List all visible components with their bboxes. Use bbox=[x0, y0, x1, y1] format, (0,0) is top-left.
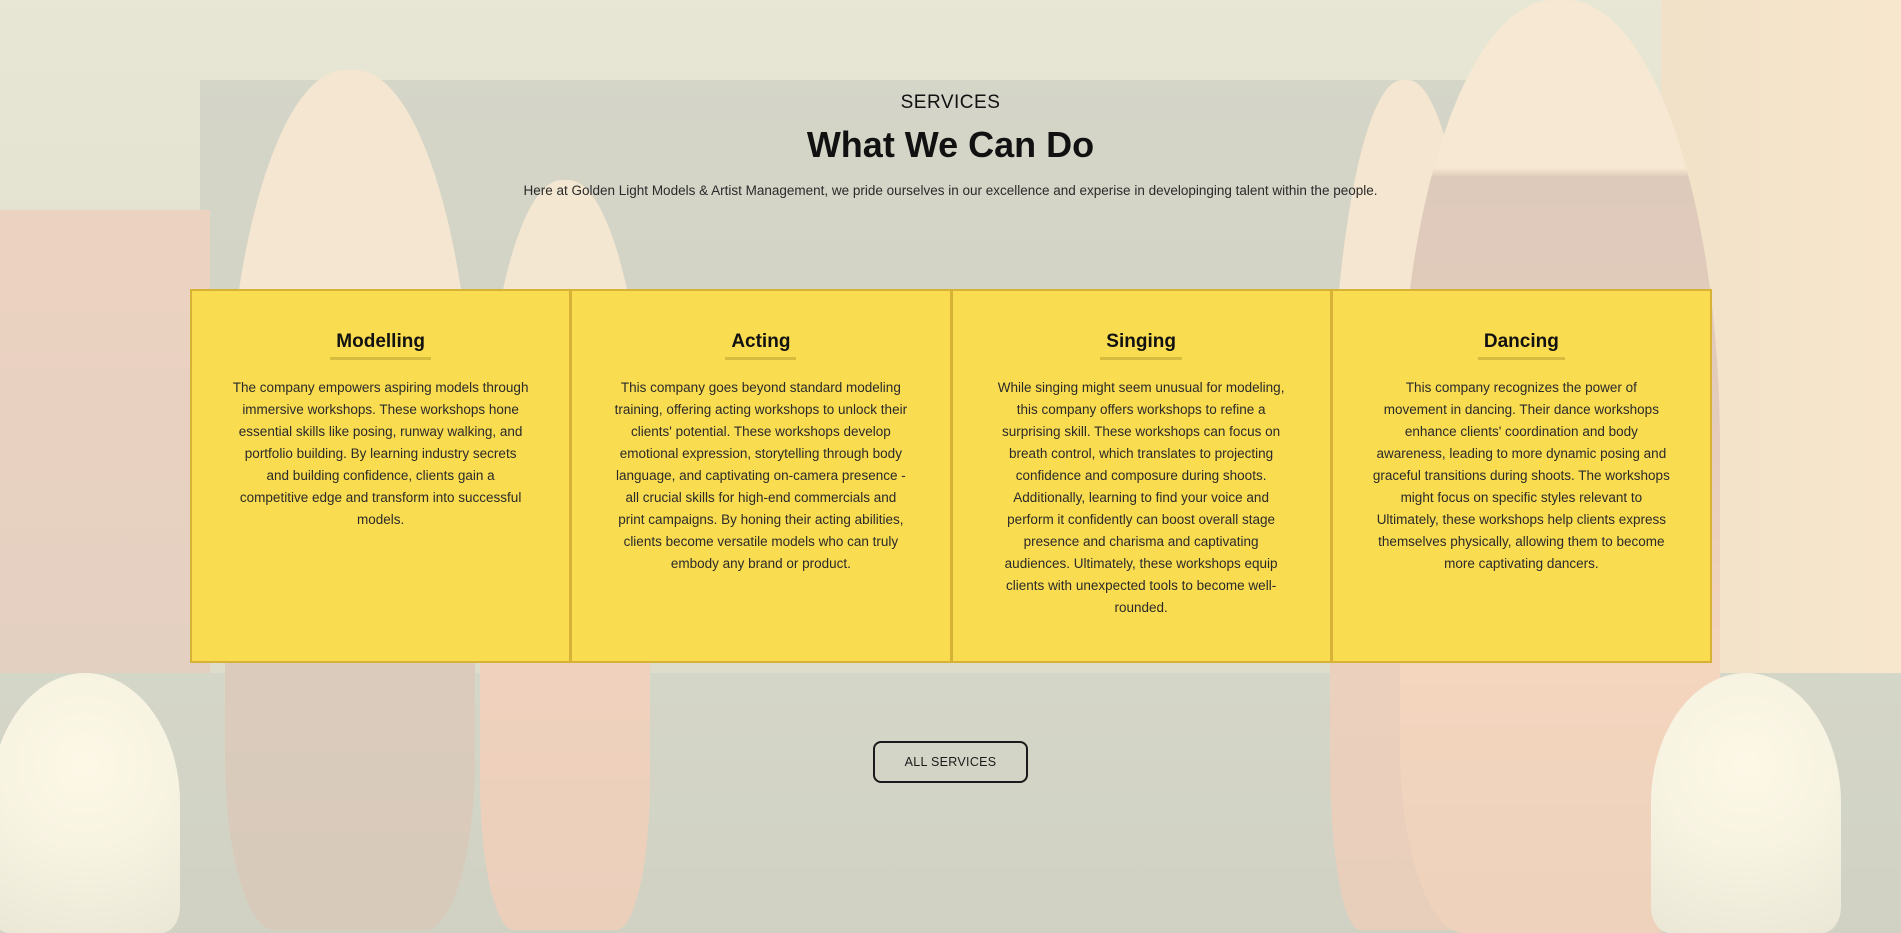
section-eyebrow: SERVICES bbox=[900, 92, 1001, 113]
service-description: While singing might seem unusual for mod… bbox=[997, 380, 1285, 615]
service-title: Singing bbox=[1100, 331, 1182, 360]
service-description: The company empowers aspiring models thr… bbox=[232, 380, 529, 527]
service-description: This company goes beyond standard modeli… bbox=[614, 380, 908, 571]
service-card-acting: Acting This company goes beyond standard… bbox=[572, 291, 950, 661]
section-title: What We Can Do bbox=[806, 124, 1095, 165]
services-grid: Modelling The company empowers aspiring … bbox=[190, 289, 1712, 663]
all-services-button[interactable]: ALL SERVICES bbox=[873, 741, 1028, 783]
service-title: Dancing bbox=[1477, 331, 1565, 360]
service-description: This company recognizes the power of mov… bbox=[1372, 380, 1670, 571]
section-subtitle: Here at Golden Light Models & Artist Man… bbox=[523, 183, 1378, 198]
services-section: SERVICES What We Can Do Here at Golden L… bbox=[0, 0, 1901, 933]
service-card-modelling: Modelling The company empowers aspiring … bbox=[192, 291, 570, 661]
service-card-dancing: Dancing This company recognizes the powe… bbox=[1332, 291, 1710, 661]
service-title: Acting bbox=[725, 331, 797, 360]
service-card-singing: Singing While singing might seem unusual… bbox=[952, 291, 1330, 661]
service-title: Modelling bbox=[330, 331, 431, 360]
